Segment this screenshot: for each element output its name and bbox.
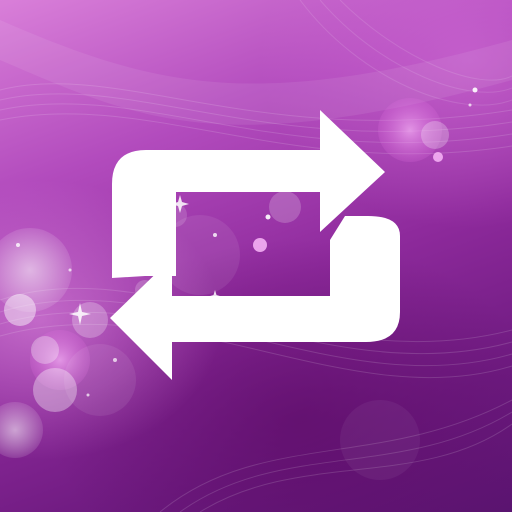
repeat-icon bbox=[110, 110, 400, 380]
app-icon[interactable] bbox=[0, 0, 512, 512]
